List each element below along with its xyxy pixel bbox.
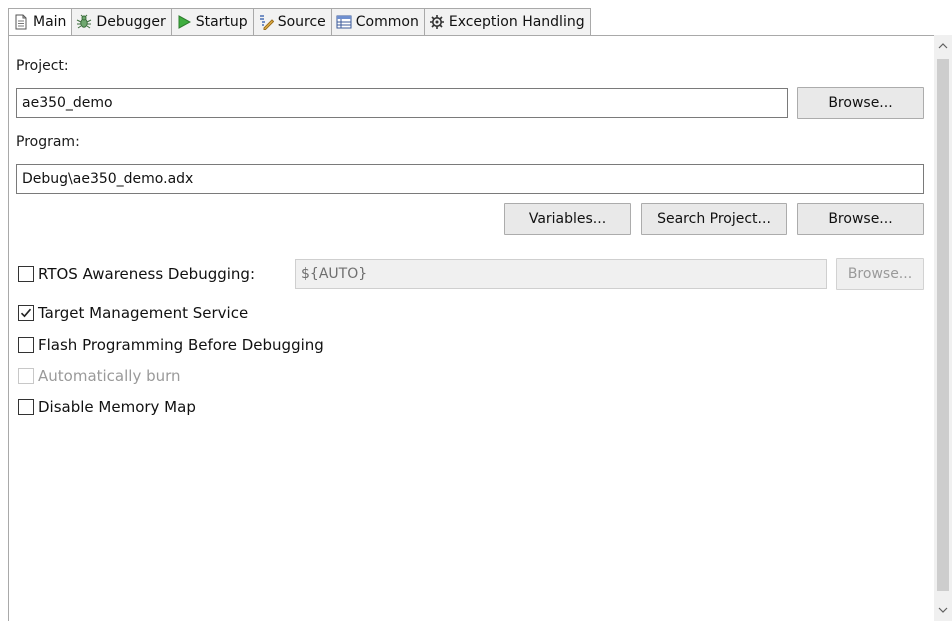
rtos-awareness-label: RTOS Awareness Debugging: (38, 265, 256, 283)
tab-label: Startup (195, 14, 248, 30)
gear-icon (429, 14, 445, 30)
tab-debugger[interactable]: Debugger (72, 8, 172, 36)
tab-main[interactable]: Main (8, 8, 73, 36)
rtos-browse-button: Browse... (836, 258, 924, 290)
main-tab-panel (8, 35, 952, 621)
scroll-up-arrow-icon[interactable] (934, 37, 952, 55)
tab-startup[interactable]: Startup (171, 8, 254, 36)
tab-strip: Main Debugger Startup Source Common Exce… (8, 8, 591, 36)
tab-label: Common (355, 14, 419, 30)
automatically-burn-checkbox: Automatically burn (18, 367, 181, 385)
play-icon (176, 14, 192, 30)
tab-label: Debugger (96, 14, 166, 30)
rtos-awareness-checkbox[interactable]: RTOS Awareness Debugging: (18, 265, 255, 283)
tab-label: Source (277, 14, 326, 30)
vertical-scrollbar[interactable] (934, 35, 952, 621)
table-icon (336, 14, 352, 30)
project-label: Project: (16, 58, 69, 74)
tab-label: Exception Handling (448, 14, 585, 30)
tab-label: Main (33, 14, 67, 30)
rtos-input: ${AUTO} (295, 259, 827, 289)
source-icon (258, 14, 274, 30)
checkbox-box (18, 337, 34, 353)
checkbox-box (18, 399, 34, 415)
checkbox-box (18, 368, 34, 384)
disable-memory-map-label: Disable Memory Map (38, 398, 196, 416)
tab-source[interactable]: Source (253, 8, 332, 36)
scroll-down-arrow-icon[interactable] (934, 601, 952, 619)
checkbox-box (18, 266, 34, 282)
bug-icon (76, 14, 92, 30)
program-label: Program: (16, 134, 80, 150)
project-browse-button[interactable]: Browse... (797, 87, 924, 119)
tab-exception-handling[interactable]: Exception Handling (424, 8, 591, 36)
document-icon (13, 14, 29, 30)
scrollbar-thumb[interactable] (937, 59, 949, 591)
program-input[interactable]: Debug\ae350_demo.adx (16, 164, 924, 194)
project-input[interactable]: ae350_demo (16, 88, 788, 118)
automatically-burn-label: Automatically burn (38, 367, 181, 385)
checkbox-box (18, 305, 34, 321)
disable-memory-map-checkbox[interactable]: Disable Memory Map (18, 398, 196, 416)
check-icon (20, 308, 32, 318)
program-browse-button[interactable]: Browse... (797, 203, 924, 235)
flash-programming-checkbox[interactable]: Flash Programming Before Debugging (18, 336, 324, 354)
target-management-label: Target Management Service (38, 304, 249, 322)
variables-button[interactable]: Variables... (504, 203, 631, 235)
tab-common[interactable]: Common (331, 8, 425, 36)
target-management-checkbox[interactable]: Target Management Service (18, 304, 248, 322)
flash-programming-label: Flash Programming Before Debugging (38, 336, 324, 354)
search-project-button[interactable]: Search Project... (641, 203, 787, 235)
